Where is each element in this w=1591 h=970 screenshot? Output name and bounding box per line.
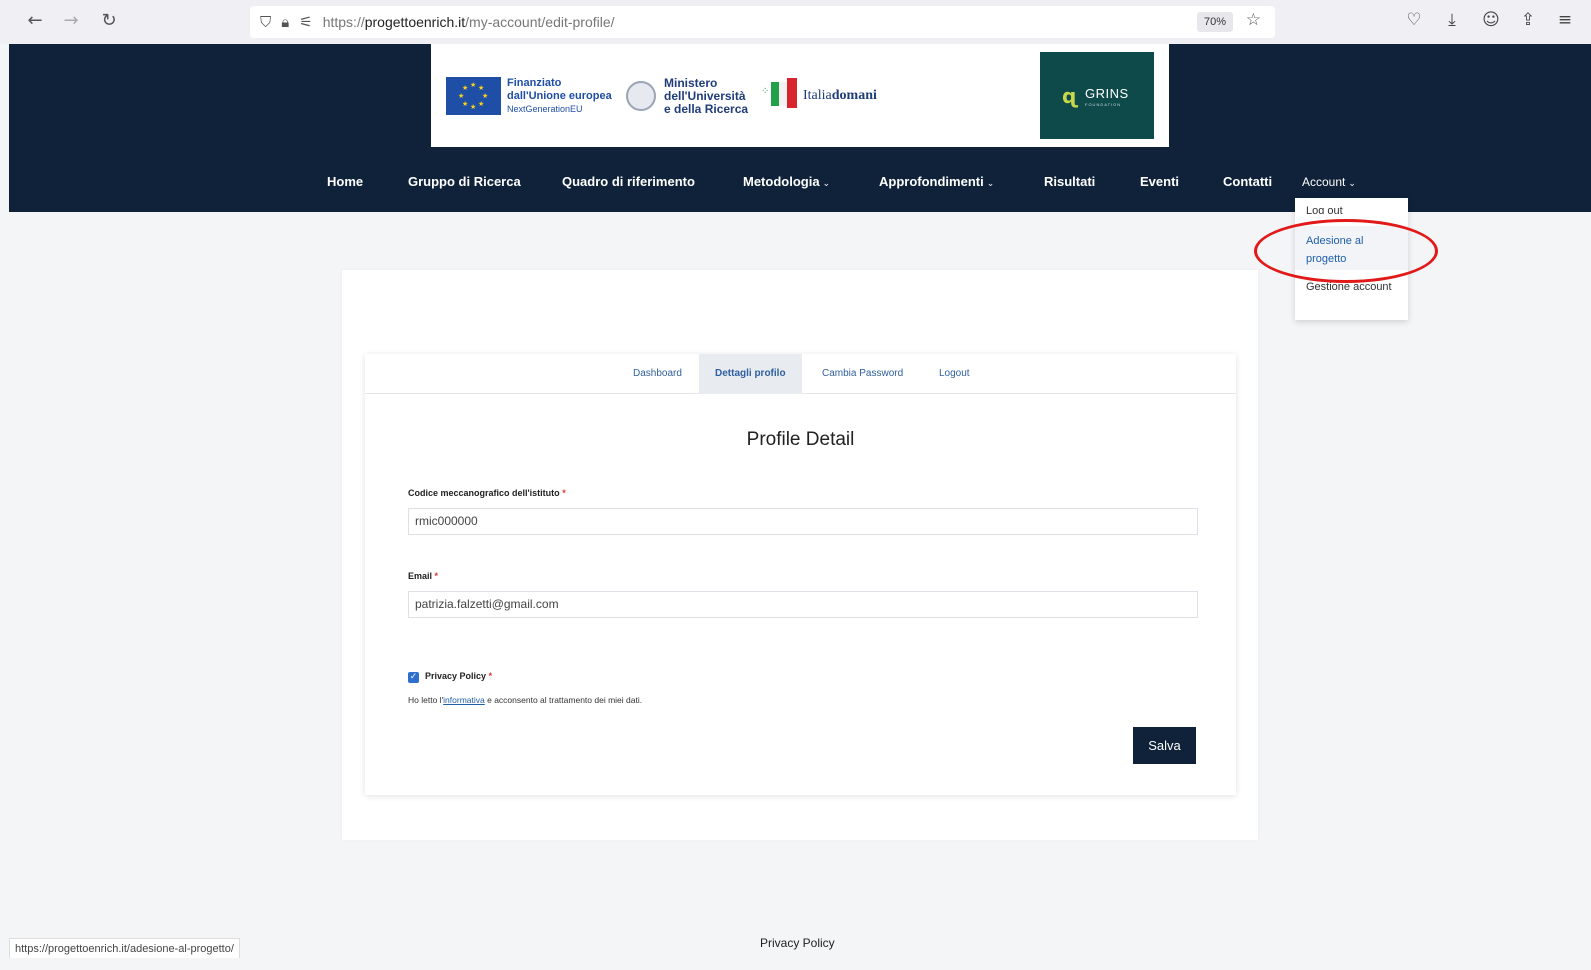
page-title: Profile Detail [746, 429, 855, 450]
email-label: Email * [408, 571, 439, 581]
tab-dettagli-profilo[interactable]: Dettagli profilo [699, 354, 802, 394]
footer-privacy-link[interactable]: Privacy Policy [760, 936, 835, 950]
grins-icon: ɋ [1062, 84, 1078, 108]
nav-eventi[interactable]: Eventi [1140, 174, 1179, 189]
ministry-text: Ministero dell'Università e della Ricerc… [664, 76, 749, 116]
eu-funding-text: Finanziato dall'Unione europea NextGener… [507, 77, 612, 114]
address-bar[interactable]: ⛉ 🔒︎ ⚟ https://progettoenrich.it/my-acco… [250, 6, 1275, 38]
nav-metodologia[interactable]: Metodologia ⌄ [743, 174, 830, 189]
italia-domani-logo: Italiadomani [803, 88, 877, 103]
nav-account[interactable]: Account ⌄ [1302, 175, 1356, 189]
eu-flag-icon: ★ ★ ★ ★ ★ ★ ★ ★ [446, 77, 501, 115]
logo-banner: ★ ★ ★ ★ ★ ★ ★ ★ Finanziato dall'Unione europe… [431, 44, 1169, 147]
site-header: ★ ★ ★ ★ ★ ★ ★ ★ Finanziato dall'Unione europe… [9, 44, 1591, 212]
shield-icon[interactable]: ⛉ [260, 13, 271, 31]
informativa-link[interactable]: informativa [443, 695, 485, 705]
account-tabs: Dashboard Dettagli profilo Cambia Passwo… [365, 354, 1236, 394]
nav-approfondimenti[interactable]: Approfondimenti ⌄ [879, 174, 994, 189]
nav-gruppo-di-ricerca[interactable]: Gruppo di Ricerca [408, 174, 521, 189]
privacy-checkbox[interactable]: ✓ [408, 672, 419, 683]
tab-dashboard[interactable]: Dashboard [617, 354, 698, 394]
permissions-icon[interactable]: ⚟ [299, 13, 312, 31]
nav-quadro-di-riferimento[interactable]: Quadro di riferimento [562, 174, 695, 189]
nav-contatti[interactable]: Contatti [1223, 174, 1272, 189]
codice-input[interactable]: rmic000000 [408, 508, 1198, 535]
consent-text: Ho letto l'informativa e acconsento al t… [408, 695, 643, 705]
privacy-label: Privacy Policy * [425, 671, 493, 681]
codice-label: Codice meccanografico dell'istituto * [408, 488, 566, 498]
browser-toolbar: ← → ↻ ⛉ 🔒︎ ⚟ https://progettoenrich.it/m… [0, 0, 1591, 44]
url-text[interactable]: https://progettoenrich.it/my-account/edi… [323, 14, 615, 30]
save-button[interactable]: Salva [1133, 727, 1196, 764]
account-card: Dashboard Dettagli profilo Cambia Passwo… [365, 354, 1236, 795]
nav-home[interactable]: Home [327, 174, 363, 189]
account-icon[interactable]: ☺ [1480, 10, 1502, 30]
pocket-icon[interactable]: ♡ [1403, 10, 1425, 30]
tab-cambia-password[interactable]: Cambia Password [806, 354, 919, 394]
back-icon[interactable]: ← [24, 10, 46, 32]
menu-icon[interactable]: ≡ [1554, 10, 1576, 30]
bookmark-star-icon[interactable]: ☆ [1246, 10, 1261, 30]
zoom-level-badge[interactable]: 70% [1196, 12, 1233, 32]
main-nav: Home Gruppo di Ricerca Quadro di riferim… [9, 174, 1591, 194]
lock-icon[interactable]: 🔒︎ [281, 13, 289, 31]
forward-icon[interactable]: → [60, 10, 82, 32]
email-field[interactable]: patrizia.falzetti@gmail.com [408, 591, 1198, 618]
reload-icon[interactable]: ↻ [98, 10, 120, 32]
italia-domani-flag-icon: ⁘ [761, 78, 801, 110]
annotation-highlight-circle [1254, 219, 1438, 283]
status-bar-url: https://progettoenrich.it/adesione-al-pr… [9, 938, 240, 958]
download-icon[interactable]: ⤓ [1441, 10, 1463, 30]
extensions-icon[interactable]: ⇪ [1517, 10, 1539, 30]
chevron-down-icon: ⌄ [1348, 178, 1356, 188]
tab-logout[interactable]: Logout [923, 354, 986, 394]
dropdown-item-logout[interactable]: Log out [1306, 202, 1401, 214]
ministry-seal-icon [626, 81, 656, 111]
grins-logo: ɋ GRINS FOUNDATION [1040, 52, 1154, 139]
chevron-down-icon: ⌄ [822, 178, 831, 188]
chevron-down-icon: ⌄ [986, 178, 995, 188]
nav-risultati[interactable]: Risultati [1044, 174, 1095, 189]
